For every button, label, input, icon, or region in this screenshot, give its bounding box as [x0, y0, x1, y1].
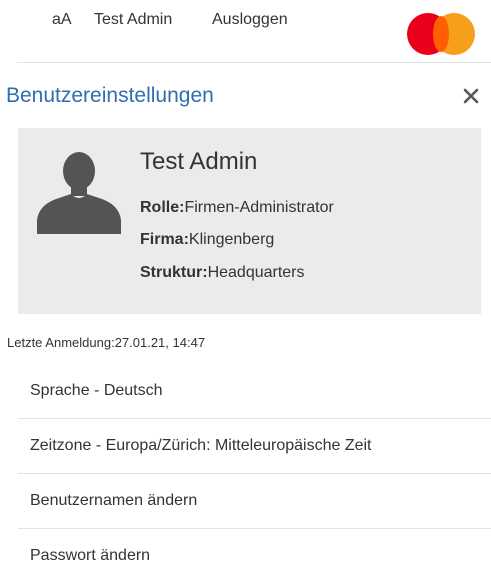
structure-value: Headquarters [207, 264, 305, 281]
menu-item-timezone[interactable]: Zeitzone - Europa/Zürich: Mitteleuropäis… [18, 419, 491, 474]
top-bar: aA Test Admin Ausloggen [0, 0, 491, 62]
user-company-row: Firma:Klingenberg [140, 231, 274, 249]
menu-item-language[interactable]: Sprache - Deutsch [18, 364, 491, 419]
close-icon[interactable] [459, 84, 483, 108]
panel-title: Benutzereinstellungen [6, 84, 214, 107]
logout-link[interactable]: Ausloggen [212, 11, 288, 29]
user-silhouette-icon [35, 146, 123, 234]
user-structure-row: Struktur:Headquarters [140, 264, 305, 282]
font-size-toggle[interactable]: aA [52, 11, 72, 29]
settings-menu: Sprache - Deutsch Zeitzone - Europa/Züri… [18, 364, 491, 583]
user-card-name: Test Admin [140, 148, 258, 175]
company-value: Klingenberg [188, 231, 275, 248]
menu-item-change-username[interactable]: Benutzernamen ändern [18, 474, 491, 529]
company-label: Firma: [140, 231, 189, 248]
structure-label: Struktur: [140, 264, 208, 281]
brand-logo [407, 13, 489, 55]
header-divider [17, 62, 491, 63]
user-role-row: Rolle:Firmen-Administrator [140, 199, 334, 217]
logo-overlap [433, 16, 449, 52]
role-value: Firmen-Administrator [184, 199, 334, 216]
header-username[interactable]: Test Admin [94, 11, 172, 29]
last-login-text: Letzte Anmeldung:27.01.21, 14:47 [7, 335, 206, 350]
role-label: Rolle: [140, 199, 185, 216]
user-card: Test Admin Rolle:Firmen-Administrator Fi… [18, 128, 481, 314]
